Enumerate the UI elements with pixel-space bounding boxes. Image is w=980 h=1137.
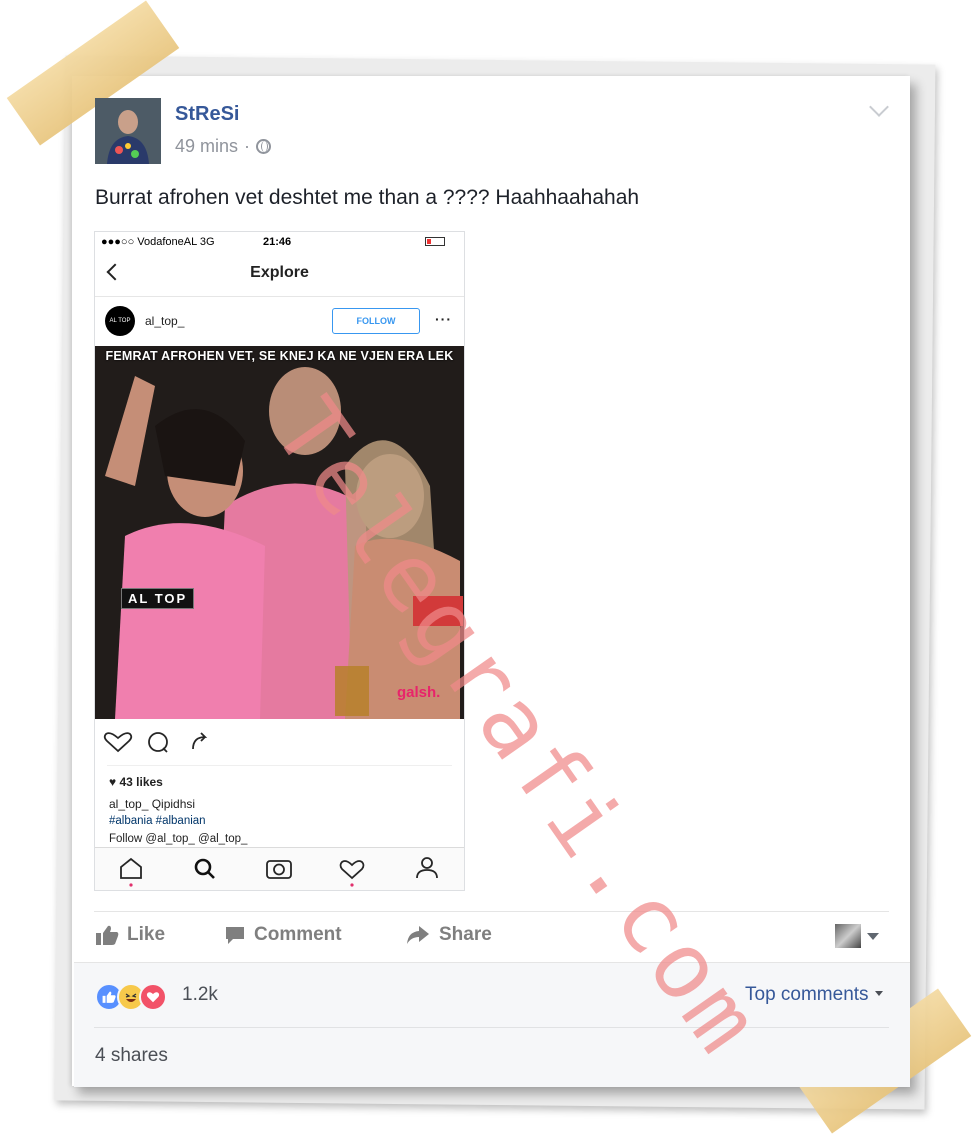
share-label: Share bbox=[439, 924, 492, 945]
viewer-selector[interactable] bbox=[835, 924, 879, 948]
ig-action-row bbox=[95, 727, 464, 757]
post-text: Burrat afrohen vet deshtet me than a ???… bbox=[95, 186, 640, 209]
author-avatar[interactable] bbox=[95, 98, 161, 164]
comment-label: Comment bbox=[254, 924, 342, 945]
actions-divider bbox=[94, 911, 889, 912]
ig-likes: ♥ 43 likes bbox=[109, 775, 163, 789]
viewer-avatar bbox=[835, 924, 861, 948]
reactions-footer bbox=[74, 962, 910, 1087]
reaction-icons[interactable] bbox=[95, 983, 167, 1011]
ig-follow-button: FOLLOW bbox=[332, 308, 420, 334]
ig-follow-line: Follow @al_top_ @al_top_ bbox=[109, 833, 248, 845]
caret-down-icon bbox=[867, 932, 879, 940]
like-button[interactable]: Like bbox=[95, 924, 165, 946]
altop-watermark: AL TOP bbox=[121, 588, 195, 609]
love-reaction-icon bbox=[139, 983, 167, 1011]
carrier-label: ●●●○○ VodafoneAL 3G bbox=[101, 236, 215, 248]
battery-icon bbox=[425, 237, 445, 246]
thumbs-up-icon bbox=[96, 925, 119, 945]
ig-action-icons bbox=[103, 732, 208, 753]
phone-status-bar: ●●●○○ VodafoneAL 3G 21:46 bbox=[95, 232, 464, 252]
meta-separator: · bbox=[244, 136, 251, 156]
meme-caption: FEMRAT AFROHEN VET, SE KNEJ KA NE VJEN E… bbox=[105, 349, 454, 363]
ig-avatar: AL TOP bbox=[105, 306, 135, 336]
ig-likes-count: 43 likes bbox=[119, 775, 163, 789]
ig-post-header: AL TOP al_top_ FOLLOW ··· bbox=[95, 297, 464, 347]
ig-more-icon: ··· bbox=[435, 311, 452, 327]
ig-hashtags: #albania #albanian bbox=[109, 815, 206, 827]
ig-tab-bar bbox=[95, 847, 464, 890]
ig-caption: al_top_ Qipidhsi bbox=[109, 797, 196, 811]
like-label: Like bbox=[127, 924, 166, 945]
ig-nav-title: Explore bbox=[250, 264, 309, 281]
caret-down-icon bbox=[874, 990, 883, 996]
ig-navbar: Explore bbox=[95, 252, 464, 297]
author-name[interactable]: StReSi bbox=[175, 103, 239, 126]
post-time[interactable]: 49 mins bbox=[175, 136, 238, 157]
share-button[interactable]: Share bbox=[405, 924, 492, 946]
comment-button[interactable]: Comment bbox=[224, 924, 342, 946]
reaction-count[interactable]: 1.2k bbox=[182, 984, 218, 1006]
shares-count[interactable]: 4 shares bbox=[95, 1045, 168, 1067]
shares-divider bbox=[94, 1027, 889, 1028]
post-meta: 49 mins · bbox=[175, 136, 272, 157]
share-icon bbox=[407, 926, 429, 944]
ig-username: al_top_ bbox=[145, 314, 185, 328]
comment-icon bbox=[226, 927, 244, 944]
clock: 21:46 bbox=[263, 236, 292, 248]
ig-divider bbox=[107, 765, 452, 766]
globe-icon bbox=[256, 139, 272, 154]
ig-tab-icons bbox=[120, 857, 438, 887]
